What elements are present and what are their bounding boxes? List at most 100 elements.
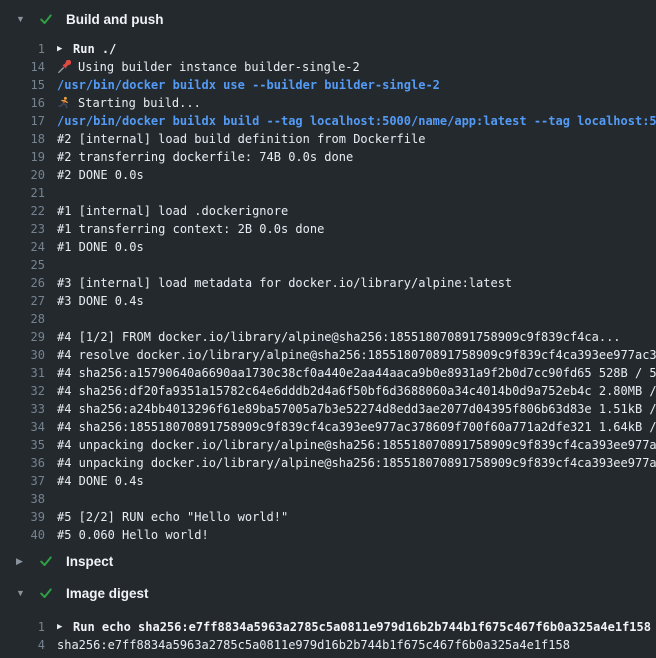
line-text: #3 DONE 0.4s [57, 292, 144, 310]
line-number[interactable]: 30 [0, 346, 45, 364]
line-content: #5 [2/2] RUN echo "Hello world!" [57, 508, 288, 526]
log-line: 17 /usr/bin/docker buildx build --tag lo… [0, 112, 656, 130]
line-content: #4 sha256:a15790640a6690aa1730c38cf0a440… [57, 364, 656, 382]
line-text: Run ./ [73, 40, 116, 58]
line-number[interactable]: 37 [0, 472, 45, 490]
line-number[interactable]: 24 [0, 238, 45, 256]
line-number[interactable]: 21 [0, 184, 45, 202]
line-number[interactable]: 32 [0, 382, 45, 400]
line-content: #4 sha256:185518070891758909c9f839cf4ca3… [57, 418, 656, 436]
runner-icon [57, 96, 71, 110]
line-number[interactable]: 20 [0, 166, 45, 184]
line-number[interactable]: 19 [0, 148, 45, 166]
line-number[interactable]: 23 [0, 220, 45, 238]
line-number[interactable]: 35 [0, 436, 45, 454]
line-number[interactable]: 1 [0, 618, 45, 636]
log-line: 18 #2 [internal] load build definition f… [0, 130, 656, 148]
line-number[interactable]: 15 [0, 76, 45, 94]
line-number[interactable]: 31 [0, 364, 45, 382]
line-number[interactable]: 33 [0, 400, 45, 418]
line-number[interactable]: 38 [0, 490, 45, 508]
line-text: #4 sha256:185518070891758909c9f839cf4ca3… [57, 418, 656, 436]
line-number[interactable]: 14 [0, 58, 45, 76]
log-line: 37 #4 DONE 0.4s [0, 472, 656, 490]
line-content: #4 DONE 0.4s [57, 472, 144, 490]
step-header-inspect[interactable]: ▶ Inspect [0, 548, 656, 574]
pushpin-icon [57, 60, 71, 74]
log-line: 23 #1 transferring context: 2B 0.0s done [0, 220, 656, 238]
expand-run-icon[interactable]: ▶ [57, 40, 67, 58]
log-line: 1 ▶ Run ./ [0, 40, 656, 58]
log-line: 20 #2 DONE 0.0s [0, 166, 656, 184]
line-content: #1 DONE 0.0s [57, 238, 144, 256]
line-content: #2 transferring dockerfile: 74B 0.0s don… [57, 148, 353, 166]
actions-log-viewer: ▼ Build and push 1 ▶Run ./ 14 Using buil… [0, 0, 656, 654]
line-number[interactable]: 25 [0, 256, 45, 274]
success-check-icon [38, 553, 54, 569]
line-content: #3 DONE 0.4s [57, 292, 144, 310]
line-content: ▶Run echo sha256:e7ff8834a5963a2785c5a08… [57, 618, 651, 636]
emoji-slot [57, 96, 71, 110]
line-content: #3 [internal] load metadata for docker.i… [57, 274, 512, 292]
log-line: 22 #1 [internal] load .dockerignore [0, 202, 656, 220]
line-text: #3 [internal] load metadata for docker.i… [57, 274, 512, 292]
line-number[interactable]: 1 [0, 40, 45, 58]
line-number[interactable]: 26 [0, 274, 45, 292]
line-number[interactable]: 4 [0, 636, 45, 654]
line-text: #1 transferring context: 2B 0.0s done [57, 220, 324, 238]
line-text: #4 sha256:a15790640a6690aa1730c38cf0a440… [57, 364, 656, 382]
line-number[interactable]: 36 [0, 454, 45, 472]
log-line: 4 sha256:e7ff8834a5963a2785c5a0811e979d1… [0, 636, 656, 654]
line-number[interactable]: 22 [0, 202, 45, 220]
log-line: 16 Starting build... [0, 94, 656, 112]
line-content: #2 DONE 0.0s [57, 166, 144, 184]
line-content: /usr/bin/docker buildx use --builder bui… [57, 76, 440, 94]
line-number[interactable]: 39 [0, 508, 45, 526]
log-line: 29 #4 [1/2] FROM docker.io/library/alpin… [0, 328, 656, 346]
line-content: /usr/bin/docker buildx build --tag local… [57, 112, 656, 130]
line-number[interactable]: 34 [0, 418, 45, 436]
line-number[interactable]: 16 [0, 94, 45, 112]
line-number[interactable]: 18 [0, 130, 45, 148]
line-text: /usr/bin/docker buildx use --builder bui… [57, 76, 440, 94]
log-line: 15 /usr/bin/docker buildx use --builder … [0, 76, 656, 94]
success-check-icon [38, 585, 54, 601]
log-line: 39 #5 [2/2] RUN echo "Hello world!" [0, 508, 656, 526]
step-title: Build and push [66, 12, 164, 27]
line-content: sha256:e7ff8834a5963a2785c5a0811e979d16b… [57, 636, 570, 654]
line-number[interactable]: 27 [0, 292, 45, 310]
line-text: #4 sha256:a24bb4013296f61e89ba57005a7b3e… [57, 400, 656, 418]
line-text: #2 transferring dockerfile: 74B 0.0s don… [57, 148, 353, 166]
emoji-slot [57, 60, 71, 74]
step-header-build-and-push[interactable]: ▼ Build and push [0, 6, 656, 32]
step-section-inspect: ▶ Inspect [0, 548, 656, 574]
line-content: #5 0.060 Hello world! [57, 526, 209, 544]
line-text: #4 unpacking docker.io/library/alpine@sh… [57, 454, 656, 472]
log-line: 25 [0, 256, 656, 274]
step-section-image-digest: ▼ Image digest 1 ▶Run echo sha256:e7ff88… [0, 580, 656, 654]
line-text: #4 resolve docker.io/library/alpine@sha2… [57, 346, 656, 364]
line-number[interactable]: 29 [0, 328, 45, 346]
line-number[interactable]: 40 [0, 526, 45, 544]
step-title: Inspect [66, 554, 113, 569]
line-content: #4 sha256:df20fa9351a15782c64e6dddb2d4a6… [57, 382, 656, 400]
chevron-down-icon[interactable]: ▼ [16, 589, 38, 598]
line-number[interactable]: 28 [0, 310, 45, 328]
step-title: Image digest [66, 586, 149, 601]
log-line: 26 #3 [internal] load metadata for docke… [0, 274, 656, 292]
line-text: #4 DONE 0.4s [57, 472, 144, 490]
line-number[interactable]: 17 [0, 112, 45, 130]
log-line: 31 #4 sha256:a15790640a6690aa1730c38cf0a… [0, 364, 656, 382]
chevron-down-icon[interactable]: ▼ [16, 15, 38, 24]
line-text: #5 0.060 Hello world! [57, 526, 209, 544]
step-log: 1 ▶Run ./ 14 Using builder instance buil… [0, 40, 656, 544]
chevron-right-icon[interactable]: ▶ [16, 557, 38, 566]
line-text: #1 DONE 0.0s [57, 238, 144, 256]
step-header-image-digest[interactable]: ▼ Image digest [0, 580, 656, 606]
log-line: 35 #4 unpacking docker.io/library/alpine… [0, 436, 656, 454]
log-line: 24 #1 DONE 0.0s [0, 238, 656, 256]
expand-run-icon[interactable]: ▶ [57, 618, 67, 636]
line-text: #1 [internal] load .dockerignore [57, 202, 288, 220]
line-content: #4 unpacking docker.io/library/alpine@sh… [57, 436, 656, 454]
line-content: #1 transferring context: 2B 0.0s done [57, 220, 324, 238]
